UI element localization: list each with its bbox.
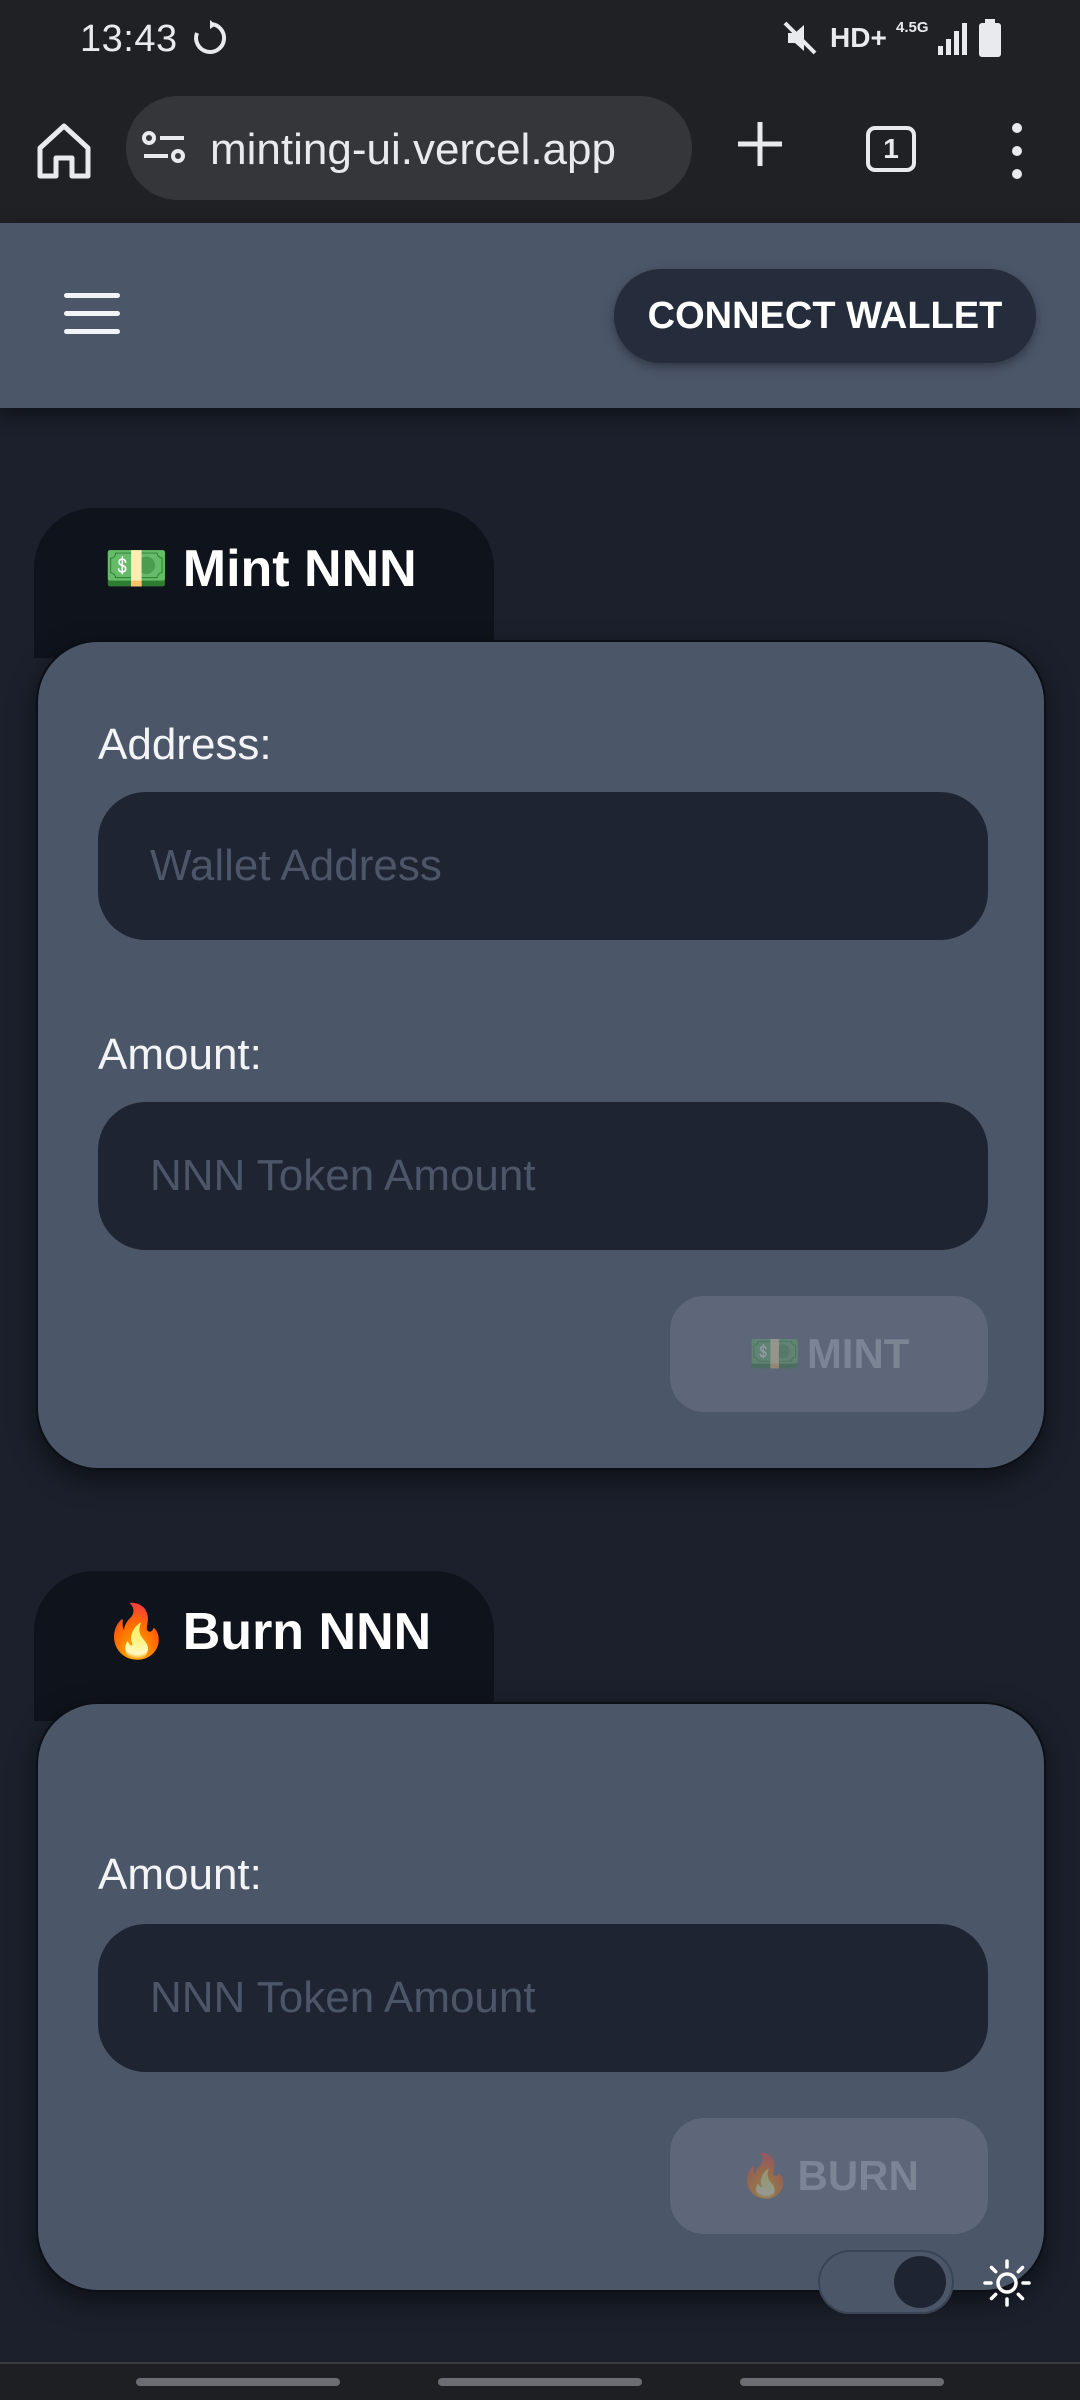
nav-pill-right[interactable] [740,2378,944,2386]
burn-card-title: 🔥 Burn NNN [104,1601,431,1662]
address-label: Address: [98,720,272,769]
theme-toggle[interactable] [818,2250,954,2314]
mint-title-text: Mint NNN [182,540,417,598]
mint-card-title: 💵 Mint NNN [104,538,417,599]
site-info-icon[interactable] [140,128,188,168]
nav-pill-left[interactable] [136,2378,340,2386]
address-bar[interactable]: minting-ui.vercel.app [126,96,692,200]
mint-button-label: MINT [806,1330,910,1377]
mint-amount-input[interactable] [98,1102,988,1250]
burn-title-text: Burn NNN [182,1603,432,1661]
money-icon: 💵 [748,1330,801,1377]
burn-button[interactable]: 🔥 BURN [670,2118,988,2234]
plus-icon[interactable] [730,114,790,174]
network-type-label: 4.5G [896,19,929,36]
fire-icon: 🔥 [104,1603,169,1661]
home-icon[interactable] [30,116,98,184]
wallet-address-input[interactable] [98,792,988,940]
navigation-bar [0,2362,1080,2400]
sun-icon[interactable] [982,2258,1032,2308]
burn-amount-label: Amount: [98,1850,262,1899]
burn-amount-input[interactable] [98,1924,988,2072]
signal-icon [938,23,967,55]
url-text[interactable]: minting-ui.vercel.app [210,125,616,175]
burn-card: Amount: 🔥BURN [36,1702,1046,2292]
connect-wallet-button[interactable]: CONNECT WALLET [614,269,1036,363]
hamburger-menu-icon[interactable] [64,293,120,337]
theme-toggle-knob[interactable] [894,2256,946,2308]
burn-card-tab: 🔥 Burn NNN [34,1571,494,1721]
sync-icon [194,20,227,54]
fire-icon: 🔥 [739,2152,792,2199]
mint-button[interactable]: 💵 MINT [670,1296,988,1412]
more-vert-icon[interactable] [1000,118,1034,184]
status-bar: 13:43 HD+ 4.5G [0,0,1080,78]
network-label: HD+ [830,22,887,53]
status-time: 13:43 [80,18,178,60]
app-header: CONNECT WALLET [0,223,1080,408]
burn-button-label: BURN [797,2152,919,2199]
browser-toolbar: minting-ui.vercel.app 1 [0,78,1080,223]
mute-icon [783,21,817,55]
nav-pill-center[interactable] [438,2378,642,2386]
mint-card-tab: 💵 Mint NNN [34,508,494,658]
battery-icon [979,19,1001,57]
mint-amount-label: Amount: [98,1030,262,1079]
money-icon: 💵 [104,540,169,598]
mint-card: Address: Amount: 💵MINT [36,640,1046,1470]
tab-switcher-button[interactable]: 1 [866,126,916,172]
